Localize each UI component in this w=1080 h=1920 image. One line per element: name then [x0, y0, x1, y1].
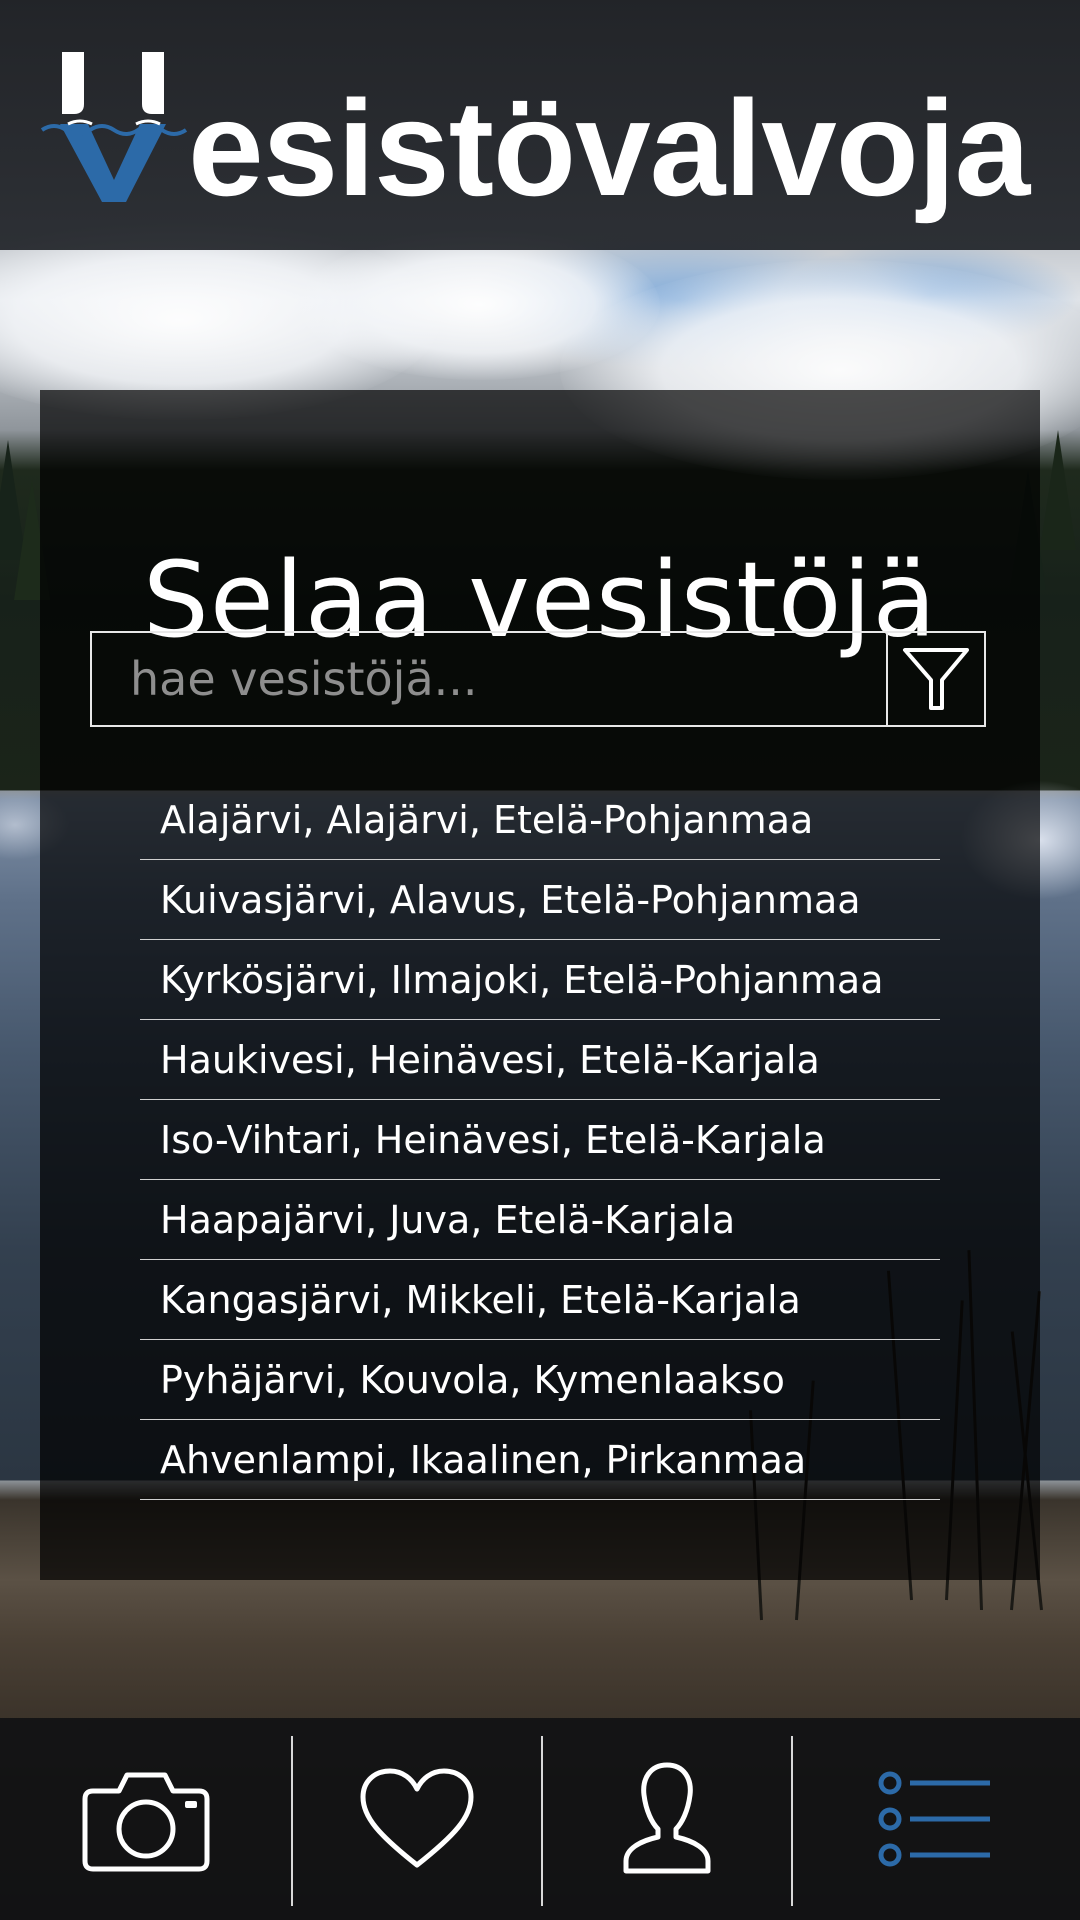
app-header: esistövalvoja: [0, 0, 1080, 250]
list-item[interactable]: Ahvenlampi, Ikaalinen, Pirkanmaa: [140, 1420, 940, 1500]
filter-button[interactable]: [886, 633, 984, 725]
nav-favorites[interactable]: [293, 1718, 541, 1920]
nav-profile[interactable]: [543, 1718, 791, 1920]
bottom-nav: [0, 1718, 1080, 1920]
list-item[interactable]: Kyrkösjärvi, Ilmajoki, Etelä-Pohjanmaa: [140, 940, 940, 1020]
nav-camera[interactable]: [0, 1718, 291, 1920]
list-icon: [878, 1771, 990, 1867]
search-input[interactable]: [92, 633, 886, 725]
user-icon: [623, 1762, 711, 1874]
list-item[interactable]: Kuivasjärvi, Alavus, Etelä-Pohjanmaa: [140, 860, 940, 940]
filter-icon: [903, 648, 969, 710]
logo-v-icon: [40, 52, 190, 202]
list-item[interactable]: Iso-Vihtari, Heinävesi, Etelä-Karjala: [140, 1100, 940, 1180]
browse-panel: Selaa vesistöjä Alajärvi, Alajärvi, Etel…: [40, 390, 1040, 1580]
list-item[interactable]: Alajärvi, Alajärvi, Etelä-Pohjanmaa: [140, 780, 940, 860]
heart-icon: [360, 1768, 474, 1868]
camera-icon: [82, 1772, 209, 1872]
list-item[interactable]: Pyhäjärvi, Kouvola, Kymenlaakso: [140, 1340, 940, 1420]
search-bar: [90, 631, 986, 727]
list-item[interactable]: Kangasjärvi, Mikkeli, Etelä-Karjala: [140, 1260, 940, 1340]
nav-list[interactable]: [793, 1718, 1078, 1920]
app-name: esistövalvoja: [188, 72, 1030, 224]
results-list: Alajärvi, Alajärvi, Etelä-Pohjanmaa Kuiv…: [140, 780, 940, 1500]
list-item[interactable]: Haapajärvi, Juva, Etelä-Karjala: [140, 1180, 940, 1260]
list-item[interactable]: Haukivesi, Heinävesi, Etelä-Karjala: [140, 1020, 940, 1100]
